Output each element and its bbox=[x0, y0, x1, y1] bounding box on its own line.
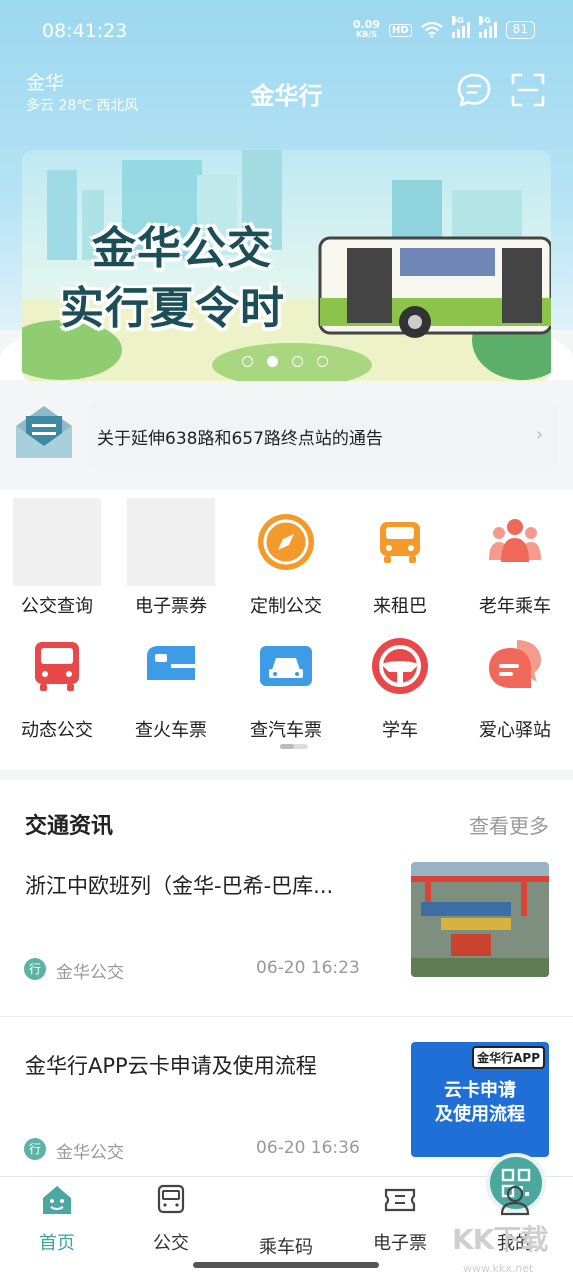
hd-icon: HD bbox=[389, 23, 412, 37]
news-thumbnail-cloud-card: 金华行APP 云卡申请 及使用流程 bbox=[411, 1042, 549, 1157]
banner-dot[interactable] bbox=[292, 356, 303, 367]
home-indicator[interactable] bbox=[193, 1262, 379, 1268]
section-title: 交通资讯 bbox=[25, 814, 114, 839]
banner-headline-2: 实行夏令时 bbox=[60, 283, 285, 334]
banner-headline-1: 金华公交 bbox=[92, 223, 272, 274]
service-driving-school[interactable]: 学车 bbox=[343, 622, 457, 742]
wifi-icon bbox=[421, 22, 443, 38]
grid-page-indicator bbox=[280, 744, 308, 749]
tab-ride-code[interactable]: 乘车码 bbox=[229, 1153, 546, 1258]
train-icon bbox=[127, 622, 215, 710]
compass-icon bbox=[242, 498, 330, 586]
banner-dot-active[interactable] bbox=[267, 356, 278, 367]
battery-icon: 81 bbox=[505, 21, 535, 39]
service-coach-ticket[interactable]: 查汽车票 bbox=[229, 622, 343, 742]
news-source: 金华公交 bbox=[56, 1143, 124, 1163]
view-more-link[interactable]: 查看更多 bbox=[469, 810, 549, 839]
placeholder-icon bbox=[127, 498, 215, 586]
mail-icon bbox=[16, 406, 72, 458]
status-time: 08:41:23 bbox=[42, 20, 128, 42]
notice-text: 关于延伸638路和657路终点站的通告 bbox=[97, 429, 383, 449]
news-section: 交通资讯 查看更多 浙江中欧班列（金华-巴希-巴库... 行 金华公交 06-2… bbox=[0, 780, 573, 1176]
service-train-ticket[interactable]: 查火车票 bbox=[114, 622, 228, 742]
service-rent-bus[interactable]: 来租巴 bbox=[343, 498, 457, 618]
signal-icon-2: 5G bbox=[478, 16, 497, 38]
message-icon[interactable] bbox=[456, 72, 492, 108]
banner-dot[interactable] bbox=[317, 356, 328, 367]
tab-bus[interactable]: 公交 bbox=[114, 1177, 228, 1257]
car-icon bbox=[356, 498, 444, 586]
user-icon bbox=[500, 1185, 530, 1216]
source-icon: 行 bbox=[24, 958, 46, 980]
services-grid: 公交查询 电子票券 定制公交 来租巴 老年乘车 动态公交 查火车票 查汽车票 学… bbox=[0, 490, 573, 770]
steering-wheel-icon bbox=[356, 622, 444, 710]
app-header: 金华 多云 28℃ 西北风 金华行 bbox=[0, 64, 573, 124]
taxi-ticket-icon bbox=[242, 622, 330, 710]
news-time: 06-20 16:23 bbox=[256, 958, 360, 978]
news-thumbnail-train bbox=[411, 862, 549, 977]
banner-dot[interactable] bbox=[242, 356, 253, 367]
promo-banner[interactable]: 金华公交 实行夏令时 bbox=[22, 150, 551, 381]
news-title: 金华行APP云卡申请及使用流程 bbox=[25, 1054, 317, 1078]
bus-icon bbox=[157, 1184, 185, 1214]
status-bar: 08:41:23 0.09 KB/S HD 5G 5G 81 bbox=[0, 0, 573, 64]
tab-home[interactable]: 首页 bbox=[0, 1177, 114, 1257]
home-icon bbox=[43, 1186, 71, 1214]
notice-bar[interactable]: 关于延伸638路和657路终点站的通告 › bbox=[0, 394, 573, 478]
service-senior-ride[interactable]: 老年乘车 bbox=[458, 498, 572, 618]
service-live-bus[interactable]: 动态公交 bbox=[0, 622, 114, 742]
news-title: 浙江中欧班列（金华-巴希-巴库... bbox=[25, 874, 334, 898]
news-source: 金华公交 bbox=[56, 963, 124, 983]
service-e-ticket[interactable]: 电子票券 bbox=[114, 498, 228, 618]
chevron-right-icon: › bbox=[535, 424, 543, 445]
service-bus-query[interactable]: 公交查询 bbox=[0, 498, 114, 618]
people-icon bbox=[471, 498, 559, 586]
divider bbox=[0, 1016, 573, 1017]
news-time: 06-20 16:36 bbox=[256, 1138, 360, 1158]
service-custom-bus[interactable]: 定制公交 bbox=[229, 498, 343, 618]
watermark-logo: KK下载 bbox=[452, 1223, 548, 1256]
notice-box[interactable]: 关于延伸638路和657路终点站的通告 › bbox=[89, 400, 557, 470]
placeholder-icon bbox=[13, 498, 101, 586]
bus-icon bbox=[13, 622, 101, 710]
banner-pagination bbox=[242, 356, 328, 367]
chat-bubble-icon bbox=[471, 622, 559, 710]
service-love-station[interactable]: 爱心驿站 bbox=[458, 622, 572, 742]
scan-icon[interactable] bbox=[510, 72, 546, 108]
watermark-url: www.kkx.net bbox=[463, 1262, 534, 1275]
status-icons: 0.09 KB/S HD 5G 5G 81 bbox=[352, 16, 535, 40]
net-speed: 0.09 KB/S bbox=[352, 18, 381, 39]
news-item[interactable]: 浙江中欧班列（金华-巴希-巴库... 行 金华公交 06-20 16:23 bbox=[0, 850, 573, 1026]
source-icon: 行 bbox=[24, 1138, 46, 1160]
ticket-icon bbox=[384, 1188, 416, 1212]
bus-illustration bbox=[318, 236, 551, 338]
tab-e-ticket[interactable]: 电子票 bbox=[343, 1177, 457, 1257]
signal-icon-1: 5G bbox=[451, 16, 470, 38]
